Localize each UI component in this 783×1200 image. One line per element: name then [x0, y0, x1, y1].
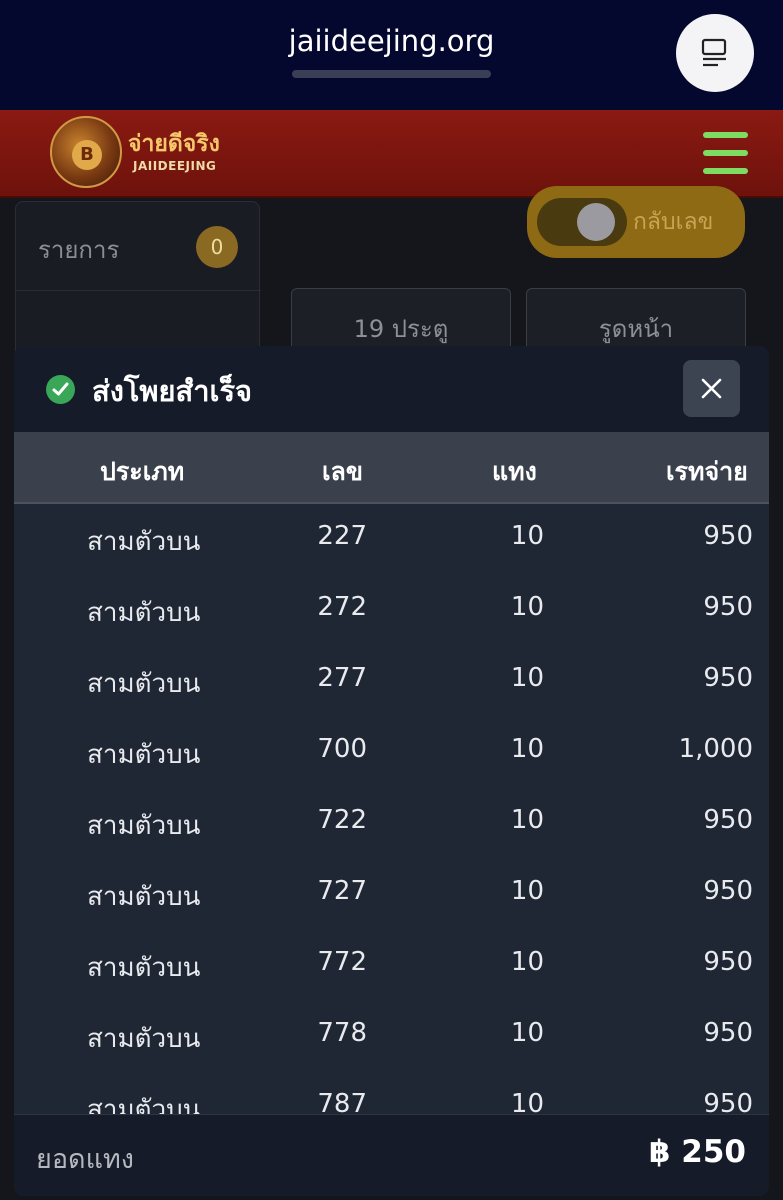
cell-rate: 950 [703, 805, 753, 835]
bet-list-panel: รายการ 0 [15, 201, 261, 361]
table-row: สามตัวบน 778 10 950 [14, 1001, 769, 1072]
total-bet-label: ยอดแทง [36, 1144, 134, 1175]
cell-type: สามตัวบน [87, 953, 201, 983]
cell-type: สามตัวบน [87, 1024, 201, 1054]
toggle-label: กลับเลข [633, 209, 714, 235]
reader-view-icon [701, 38, 727, 67]
column-header-rate: เรทจ่าย [666, 457, 748, 486]
toggle-knob [577, 203, 615, 241]
cell-type: สามตัวบน [87, 527, 201, 557]
cell-bet: 10 [510, 663, 544, 693]
logo-thai-text: จ่ายดีจริง [128, 131, 220, 157]
cell-rate: 950 [703, 1089, 753, 1114]
modal-footer: ยอดแทง ฿ 250 [14, 1114, 769, 1196]
cell-number: 787 [317, 1089, 367, 1114]
cell-number: 772 [317, 947, 367, 977]
cell-rate: 950 [703, 876, 753, 906]
logo-english-text: JAIIDEEJING [133, 159, 217, 173]
browser-bar: jaiideejing.org [0, 0, 783, 110]
cell-type: สามตัวบน [87, 669, 201, 699]
cell-bet: 10 [510, 876, 544, 906]
modal-title: ส่งโพยสำเร็จ [92, 374, 253, 408]
table-row: สามตัวบน 787 10 950 [14, 1072, 769, 1114]
cell-rate: 950 [703, 663, 753, 693]
url-bar-indicator [292, 70, 491, 78]
cell-type: สามตัวบน [87, 598, 201, 628]
cell-number: 227 [317, 521, 367, 551]
success-modal: ส่งโพยสำเร็จ ประเภท เลข แทง เรทจ่าย สามต… [14, 346, 769, 1196]
cell-bet: 10 [510, 1018, 544, 1048]
cell-rate: 950 [703, 592, 753, 622]
modal-header: ส่งโพยสำเร็จ [14, 346, 769, 432]
cell-bet: 10 [510, 592, 544, 622]
table-row: สามตัวบน 277 10 950 [14, 646, 769, 717]
cell-bet: 10 [510, 1089, 544, 1114]
table-row: สามตัวบน 700 10 1,000 [14, 717, 769, 788]
list-count-badge: 0 [196, 226, 238, 268]
cell-rate: 950 [703, 1018, 753, 1048]
panel-divider [16, 290, 261, 291]
cell-type: สามตัวบน [87, 740, 201, 770]
cell-type: สามตัวบน [87, 882, 201, 912]
logo-coin: B [72, 140, 102, 170]
cell-number: 722 [317, 805, 367, 835]
cell-bet: 10 [510, 734, 544, 764]
total-bet-amount: ฿ 250 [648, 1134, 746, 1170]
column-header-number: เลข [322, 457, 363, 486]
column-header-type: ประเภท [100, 457, 185, 486]
url-text[interactable]: jaiideejing.org [0, 24, 783, 58]
cell-bet: 10 [510, 805, 544, 835]
cell-type: สามตัวบน [87, 1095, 201, 1114]
cell-number: 277 [317, 663, 367, 693]
cell-number: 700 [317, 734, 367, 764]
cell-rate: 950 [703, 947, 753, 977]
logo-dragon-coin[interactable]: B [50, 116, 122, 188]
column-header-bet: แทง [492, 457, 537, 486]
cell-number: 272 [317, 592, 367, 622]
close-button[interactable] [683, 360, 740, 417]
reader-view-button[interactable] [676, 14, 754, 92]
cell-bet: 10 [510, 947, 544, 977]
site-header: B จ่ายดีจริง JAIIDEEJING [0, 110, 783, 198]
cell-number: 778 [317, 1018, 367, 1048]
close-icon [701, 378, 722, 399]
table-row: สามตัวบน 727 10 950 [14, 859, 769, 930]
check-circle-icon [46, 375, 75, 404]
table-row: สามตัวบน 272 10 950 [14, 575, 769, 646]
list-label: รายการ [38, 236, 120, 264]
cell-rate: 1,000 [678, 734, 753, 764]
cell-bet: 10 [510, 521, 544, 551]
hamburger-menu-icon[interactable] [703, 132, 748, 174]
reverse-number-toggle[interactable]: กลับเลข [527, 186, 745, 258]
table-row: สามตัวบน 772 10 950 [14, 930, 769, 1001]
cell-rate: 950 [703, 521, 753, 551]
table-row: สามตัวบน 227 10 950 [14, 504, 769, 575]
table-body[interactable]: สามตัวบน 227 10 950 สามตัวบน 272 10 950 … [14, 504, 769, 1114]
table-row: สามตัวบน 722 10 950 [14, 788, 769, 859]
table-header: ประเภท เลข แทง เรทจ่าย [14, 432, 769, 504]
cell-type: สามตัวบน [87, 811, 201, 841]
cell-number: 727 [317, 876, 367, 906]
